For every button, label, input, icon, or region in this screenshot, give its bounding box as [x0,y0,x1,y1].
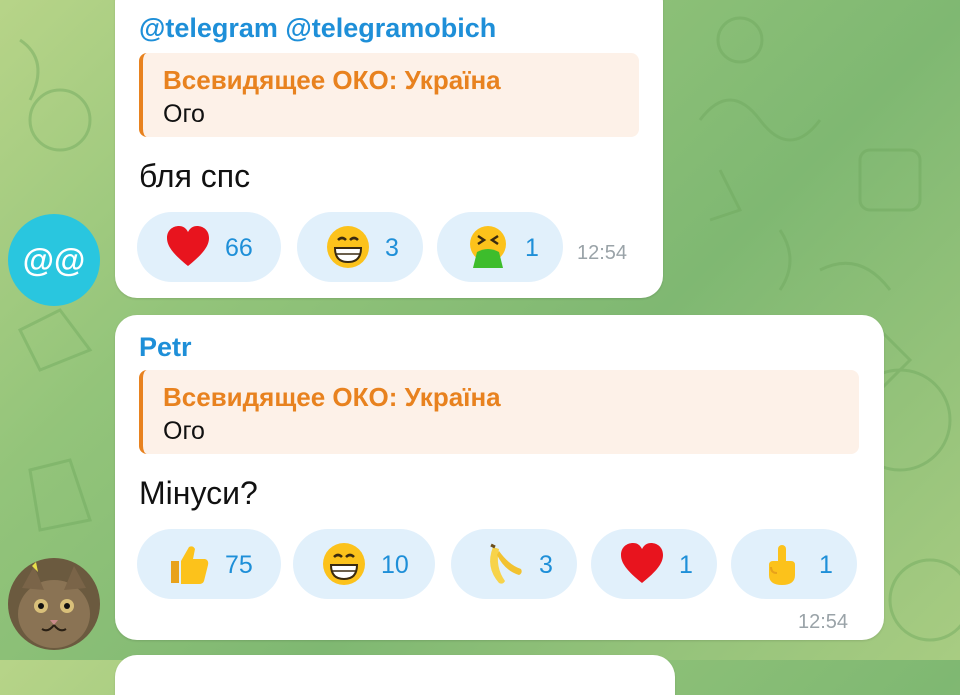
reaction-heart[interactable]: 1 [591,529,717,599]
reaction-count: 3 [385,234,399,262]
reply-quote-text: Ого [163,417,205,445]
vomiting-face-icon [470,226,506,268]
cat-avatar-image [8,558,100,650]
message-time: 12:54 [798,611,849,633]
reaction-thumbs-up[interactable]: 75 [137,529,281,599]
message-time: 12:54 [577,242,628,264]
message-sender[interactable]: Petr [139,332,192,363]
message-text: бля спс [139,158,251,194]
reaction-count: 1 [679,551,693,579]
message-text: Мінуси? [139,475,258,511]
avatar-initials: @@ [22,241,86,278]
reaction-grinning[interactable]: 10 [293,529,435,599]
banana-icon [490,543,522,584]
reaction-count: 1 [525,234,539,262]
grinning-face-icon [327,226,369,268]
heart-icon [167,226,209,266]
reaction-heart[interactable]: 66 [137,212,281,282]
reaction-banana[interactable]: 3 [451,529,577,599]
reaction-middle-finger[interactable]: 1 [731,529,857,599]
reaction-count: 1 [819,551,833,579]
thumbs-up-icon [171,546,209,584]
message-bubble[interactable] [115,655,675,695]
reaction-count: 10 [381,551,409,579]
avatar[interactable] [8,558,100,650]
reply-quote[interactable]: Всевидящее ОКО: Україна Ого [139,53,639,137]
reply-quote[interactable]: Всевидящее ОКО: Україна Ого [139,370,859,454]
reaction-grinning[interactable]: 3 [297,212,423,282]
message-bubble[interactable]: Petr Всевидящее ОКО: Україна Ого Мінуси?… [115,315,884,640]
reaction-count: 66 [225,234,253,262]
reaction-vomiting[interactable]: 1 [437,212,563,282]
avatar[interactable]: @@ [8,214,100,306]
reply-quote-text: Ого [163,100,205,128]
reply-quote-title: Всевидящее ОКО: Україна [163,65,501,95]
reaction-count: 3 [539,551,553,579]
reply-quote-title: Всевидящее ОКО: Україна [163,382,501,412]
grinning-face-icon [323,543,365,585]
message-sender[interactable]: @telegram @telegramobich [139,13,496,44]
heart-icon [621,543,663,583]
reaction-count: 75 [225,551,253,579]
middle-finger-icon [769,545,795,585]
message-bubble[interactable]: @telegram @telegramobich Всевидящее ОКО:… [115,0,663,298]
